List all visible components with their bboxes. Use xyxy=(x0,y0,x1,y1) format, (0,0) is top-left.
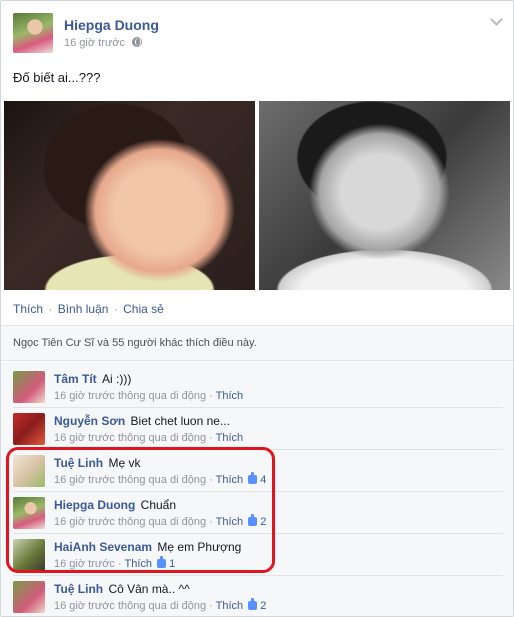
comment-text: Biet chet luon ne... xyxy=(130,414,230,428)
comment-meta: 16 giờ trước thông qua di động · Thích 2 xyxy=(54,514,266,528)
commenter-avatar[interactable] xyxy=(13,581,45,613)
comment-like-link[interactable]: Thích xyxy=(125,558,153,570)
comment-text: Mẹ em Phượng xyxy=(157,540,242,554)
comment-body: HaiAnh Sevenam Mẹ em Phượng xyxy=(54,540,241,554)
comment-like-count[interactable]: 1 xyxy=(169,558,175,570)
comment-text: Chuẩn xyxy=(140,498,177,512)
commenter-avatar[interactable] xyxy=(13,539,45,571)
commenter-avatar[interactable] xyxy=(13,497,45,529)
post-actions: Thích · Bình luận · Chia sẻ xyxy=(13,302,164,316)
post-photo-right[interactable] xyxy=(259,101,510,290)
commenter-name[interactable]: Nguyễn Sơn xyxy=(54,414,125,428)
comment-body: Nguyễn Sơn Biet chet luon ne... xyxy=(54,414,230,428)
comment-body: Hiepga Duong Chuẩn xyxy=(54,498,176,512)
commenter-avatar[interactable] xyxy=(13,413,45,445)
commenter-name[interactable]: Hiepga Duong xyxy=(54,498,135,512)
comment-meta: 16 giờ trước · Thích 1 xyxy=(54,556,175,570)
separator: · xyxy=(113,302,118,316)
post-timestamp[interactable]: 16 giờ trước xyxy=(64,37,142,49)
commenter-name[interactable]: Tuệ Linh xyxy=(54,456,103,470)
post-photo-left[interactable] xyxy=(4,101,255,290)
poster-avatar[interactable] xyxy=(13,13,53,53)
comment-item: HaiAnh Sevenam Mẹ em Phượng 16 giờ trước… xyxy=(13,533,503,575)
comment-meta: 16 giờ trước thông qua di động · Thích xyxy=(54,390,243,402)
comment-body: Tuệ Linh Mẹ vk xyxy=(54,456,140,470)
comment-item: Nguyễn Sơn Biet chet luon ne... 16 giờ t… xyxy=(13,407,503,449)
comment-time[interactable]: 16 giờ trước · xyxy=(54,558,125,570)
comment-body: Tâm Tít Ai :))) xyxy=(54,372,131,386)
post-card: Hiepga Duong 16 giờ trước Đố biết ai...?… xyxy=(0,0,514,617)
comment-text: Ai :))) xyxy=(102,372,132,386)
comment-like-count[interactable]: 2 xyxy=(260,600,266,612)
poster-name[interactable]: Hiepga Duong xyxy=(64,17,159,33)
comment-time[interactable]: 16 giờ trước thông qua di động · xyxy=(54,474,216,486)
comment-like-link[interactable]: Thích xyxy=(216,390,244,402)
comment-time[interactable]: 16 giờ trước thông qua di động · xyxy=(54,600,216,612)
globe-icon xyxy=(131,37,142,47)
comment-item: Tâm Tít Ai :))) 16 giờ trước thông qua d… xyxy=(13,365,503,407)
comment-meta: 16 giờ trước thông qua di động · Thích 4 xyxy=(54,472,266,486)
comment-like-count[interactable]: 4 xyxy=(260,474,266,486)
comment-like-link[interactable]: Thích xyxy=(216,474,244,486)
comment-link[interactable]: Bình luận xyxy=(58,302,109,316)
commenter-avatar[interactable] xyxy=(13,371,45,403)
post-time-text[interactable]: 16 giờ trước xyxy=(64,37,125,49)
separator: · xyxy=(48,302,53,316)
comment-like-link[interactable]: Thích xyxy=(216,600,244,612)
thumbs-up-icon xyxy=(248,598,258,610)
comment-time[interactable]: 16 giờ trước thông qua di động · xyxy=(54,432,216,444)
comment-time[interactable]: 16 giờ trước thông qua di động · xyxy=(54,516,216,528)
thumbs-up-icon xyxy=(248,472,258,484)
comment-like-link[interactable]: Thích xyxy=(216,432,244,444)
comment-item: Tuệ Linh Mẹ vk 16 giờ trước thông qua di… xyxy=(13,449,503,491)
comment-body: Tuệ Linh Cô Vân mà.. ^^ xyxy=(54,582,190,596)
comment-text: Mẹ vk xyxy=(108,456,141,470)
like-link[interactable]: Thích xyxy=(13,302,43,316)
commenter-name[interactable]: Tâm Tít xyxy=(54,372,97,386)
comment-time[interactable]: 16 giờ trước thông qua di động · xyxy=(54,390,216,402)
comment-like-link[interactable]: Thích xyxy=(216,516,244,528)
post-text: Đố biết ai...??? xyxy=(13,70,101,85)
likes-summary-bar: Ngọc Tiên Cư Sĩ và 55 người khác thích đ… xyxy=(1,325,513,361)
comment-item: Tuệ Linh Cô Vân mà.. ^^ 16 giờ trước thô… xyxy=(13,575,503,616)
commenter-name[interactable]: Tuệ Linh xyxy=(54,582,103,596)
comment-item: Hiepga Duong Chuẩn 16 giờ trước thông qu… xyxy=(13,491,503,533)
thumbs-up-icon xyxy=(157,556,167,568)
comment-text: Cô Vân mà.. ^^ xyxy=(108,582,190,596)
likes-summary[interactable]: Ngọc Tiên Cư Sĩ và 55 người khác thích đ… xyxy=(13,337,257,349)
comment-like-count[interactable]: 2 xyxy=(260,516,266,528)
comment-meta: 16 giờ trước thông qua di động · Thích 2 xyxy=(54,598,266,612)
post-header: Hiepga Duong 16 giờ trước xyxy=(13,13,493,55)
commenter-name[interactable]: HaiAnh Sevenam xyxy=(54,540,152,554)
comment-meta: 16 giờ trước thông qua di động · Thích xyxy=(54,432,243,444)
share-link[interactable]: Chia sẻ xyxy=(123,302,164,316)
thumbs-up-icon xyxy=(248,514,258,526)
commenter-avatar[interactable] xyxy=(13,455,45,487)
